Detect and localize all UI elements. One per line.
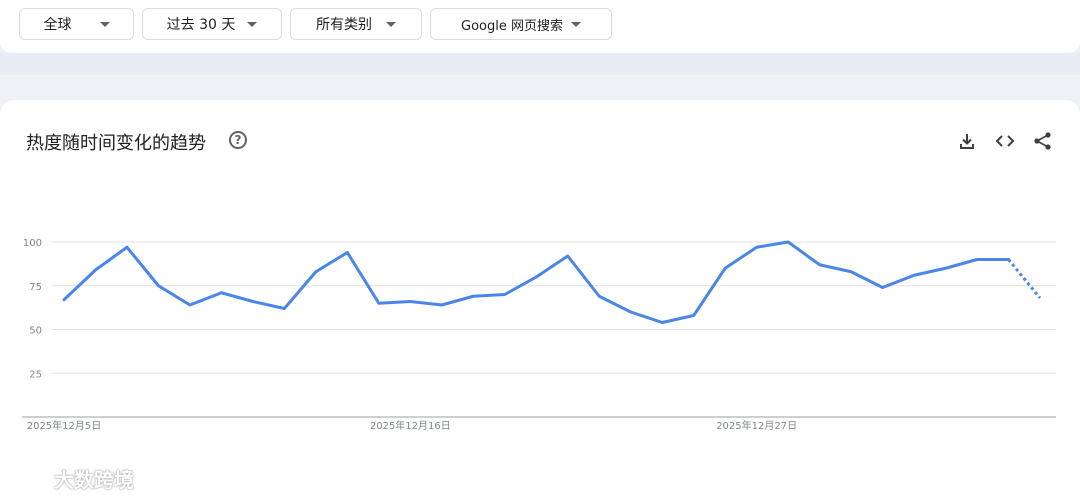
watermark-text: 大数跨境 [54, 468, 134, 492]
trend-line-partial [1007, 258, 1042, 299]
y-tick-label: 50 [29, 326, 42, 337]
x-tick-label: 2025年12月5日 [27, 419, 102, 432]
chevron-down-icon [386, 21, 396, 27]
time-range-filter-label: 过去 30 天 [166, 17, 236, 33]
section-divider [0, 53, 1080, 75]
y-tick-label: 100 [23, 238, 42, 249]
chevron-down-icon [247, 21, 258, 27]
category-filter-label: 所有类别 [316, 17, 372, 33]
chevron-down-icon [570, 21, 581, 27]
watermark: 大数跨境 [8, 464, 134, 493]
trend-line-chart: 100 75 50 25 2025年12月5日 2025年12月16日 2025年12月27… [22, 238, 1056, 432]
search-type-filter[interactable]: Google 网页搜索 [430, 8, 612, 40]
category-filter[interactable]: 所有类别 [290, 8, 422, 40]
y-tick-label: 25 [29, 369, 42, 380]
trend-line [62, 240, 1011, 324]
filters-bar: 全球 过去 30 天 所有类别 Google 网页搜索 [0, 0, 1080, 53]
region-filter[interactable]: 全球 [19, 8, 134, 40]
y-tick-label: 75 [29, 282, 42, 293]
region-filter-label: 全球 [43, 17, 72, 33]
x-tick-label: 2025年12月27日 [716, 419, 797, 432]
search-type-filter-label: Google 网页搜索 [461, 18, 563, 34]
chevron-down-icon [99, 21, 110, 27]
time-range-filter[interactable]: 过去 30 天 [142, 8, 282, 40]
watermark-logo-icon [10, 469, 45, 487]
x-tick-label: 2025年12月16日 [370, 419, 451, 432]
